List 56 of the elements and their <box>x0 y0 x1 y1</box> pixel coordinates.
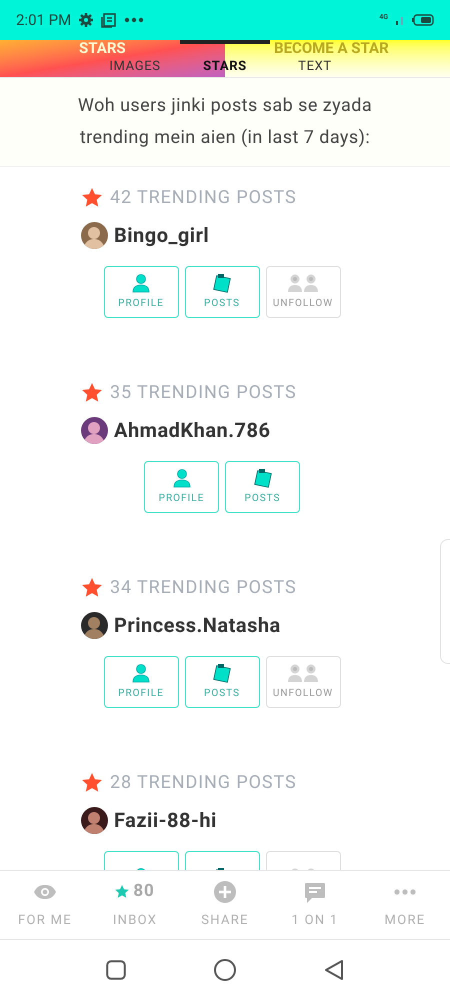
profile-button[interactable]: PROFILE <box>104 656 178 708</box>
back-title: STARS <box>79 40 126 57</box>
notes-icon <box>212 663 232 683</box>
nav-item[interactable]: 1 ON 1 <box>270 871 360 939</box>
eye-icon <box>33 884 57 900</box>
trending-count: 42 TRENDING POSTS <box>110 186 297 210</box>
people-icon <box>286 273 320 293</box>
more-icon <box>394 888 416 895</box>
nav-item[interactable]: MORE <box>360 871 450 939</box>
news-icon <box>101 12 116 28</box>
trending-count: 28 TRENDING POSTS <box>110 771 297 795</box>
chat-icon <box>304 880 326 903</box>
plus-icon <box>214 880 236 903</box>
person-icon <box>131 663 151 683</box>
nav-item[interactable]: 80 INBOX <box>90 871 180 939</box>
posts-button[interactable]: POSTS <box>184 656 260 708</box>
star-icon <box>82 188 102 207</box>
avatar <box>81 222 108 248</box>
trending-count: 35 TRENDING POSTS <box>110 381 297 405</box>
username[interactable]: Bingo_girl <box>114 220 210 250</box>
trending-count: 34 TRENDING POSTS <box>110 576 297 600</box>
battery-icon <box>412 14 434 26</box>
profile-button[interactable]: PROFILE <box>144 461 219 513</box>
inbox-count: 80 <box>133 880 155 903</box>
status-time: 2:01 PM <box>16 10 72 31</box>
tab[interactable]: IMAGES <box>90 57 180 77</box>
back-icon[interactable] <box>324 959 344 981</box>
posts-button[interactable]: POSTS <box>184 266 260 318</box>
star-icon <box>115 885 130 898</box>
signal-icon <box>396 15 404 25</box>
more-icon <box>124 17 144 23</box>
notes-icon <box>212 273 232 293</box>
person-icon <box>172 468 192 488</box>
home-icon[interactable] <box>214 959 236 981</box>
unfollow-button[interactable]: UNFOLLOW <box>266 266 340 318</box>
posts-button[interactable]: POSTS <box>225 461 300 513</box>
star-icon <box>82 383 102 402</box>
username[interactable]: AhmadKhan.786 <box>114 415 270 445</box>
star-icon <box>82 578 102 597</box>
unfollow-button[interactable]: UNFOLLOW <box>266 656 340 708</box>
person-icon <box>131 273 151 293</box>
star-icon <box>82 773 102 792</box>
avatar <box>81 416 108 444</box>
people-icon <box>286 663 320 683</box>
settings-icon <box>79 13 94 27</box>
intro-text: Woh users jinki posts sab se zyada trending mein aien (in last 7 days): <box>0 78 450 167</box>
profile-button[interactable]: PROFILE <box>104 266 178 318</box>
nav-item[interactable]: SHARE <box>180 871 270 939</box>
back-title: BECOME A STAR <box>274 40 389 57</box>
username[interactable]: Fazii-88-hi <box>114 805 217 835</box>
nav-item[interactable]: FOR ME <box>0 871 90 939</box>
tab[interactable]: TEXT <box>270 57 360 77</box>
avatar <box>81 612 108 638</box>
square-icon[interactable] <box>106 960 126 980</box>
avatar <box>81 806 108 834</box>
username[interactable]: Princess.Natasha <box>114 610 281 640</box>
